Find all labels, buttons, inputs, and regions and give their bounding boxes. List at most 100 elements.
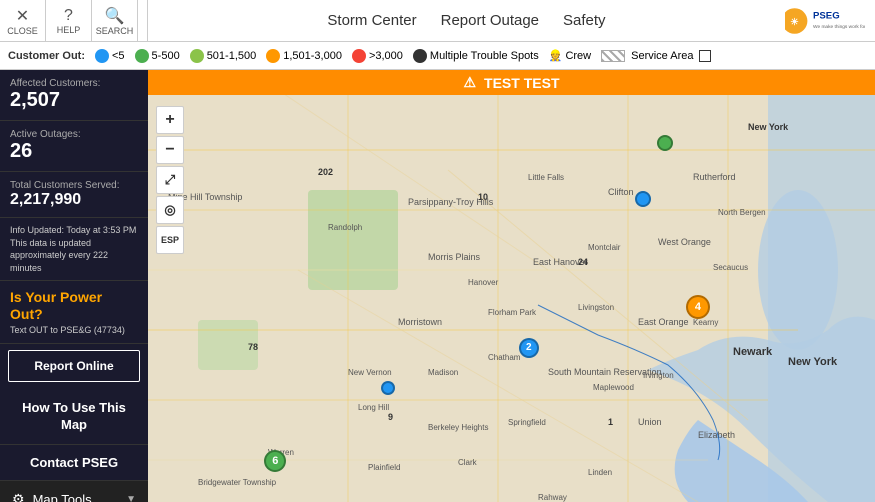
- svg-text:PSEG: PSEG: [813, 10, 840, 21]
- svg-text:Madison: Madison: [428, 368, 458, 377]
- legend-dot-15013000: [266, 49, 280, 63]
- zoom-out-button[interactable]: −: [156, 136, 184, 164]
- legend-crew: 👷 Crew: [549, 49, 591, 62]
- svg-text:Parsippany-Troy Hills: Parsippany-Troy Hills: [408, 197, 494, 207]
- power-out-section: Is Your Power Out? Text OUT to PSE&G (47…: [0, 281, 148, 344]
- nav-report-outage[interactable]: Report Outage: [441, 12, 539, 29]
- svg-text:Clark: Clark: [458, 458, 478, 467]
- total-customers-value: 2,217,990: [10, 191, 138, 209]
- map-controls: + − ⤢ ◎ ESP: [156, 106, 184, 254]
- marker-small-2[interactable]: [657, 135, 673, 151]
- legend-dot-5500: [135, 49, 149, 63]
- svg-text:Irvington: Irvington: [643, 371, 674, 380]
- marker-4[interactable]: 4: [686, 295, 710, 319]
- nav-safety[interactable]: Safety: [563, 12, 606, 29]
- svg-text:☀: ☀: [790, 17, 799, 28]
- svg-text:North Bergen: North Bergen: [718, 208, 766, 217]
- affected-customers-label: Affected Customers:: [10, 78, 138, 89]
- header-nav: Storm Center Report Outage Safety: [148, 12, 785, 29]
- svg-text:East Orange: East Orange: [638, 317, 689, 327]
- service-area-pattern: [601, 50, 625, 62]
- menu-map-tools[interactable]: ⚙ Map Tools ▼: [0, 481, 148, 502]
- test-banner: ⚠ TEST TEST: [148, 70, 875, 95]
- pseg-logo-svg: ☀ PSEG We make things work for you.: [785, 5, 865, 37]
- svg-text:1: 1: [608, 417, 613, 427]
- svg-text:Bridgewater Township: Bridgewater Township: [198, 478, 277, 487]
- legend-dot-5011500: [190, 49, 204, 63]
- svg-text:Randolph: Randolph: [328, 223, 362, 232]
- locate-button[interactable]: ◎: [156, 196, 184, 224]
- legend-dot-gt3000: [352, 49, 366, 63]
- total-customers-section: Total Customers Served: 2,217,990: [0, 172, 148, 218]
- search-button[interactable]: 🔍 SEARCH: [92, 0, 138, 41]
- svg-text:Plainfield: Plainfield: [368, 463, 400, 472]
- svg-text:Union: Union: [638, 417, 662, 427]
- svg-text:Montclair: Montclair: [588, 243, 621, 252]
- chevron-down-icon: ▼: [126, 494, 136, 502]
- legend-5500: 5-500: [135, 49, 180, 63]
- header: ✕ CLOSE ? HELP 🔍 SEARCH Storm Center Rep…: [0, 0, 875, 42]
- legend-multiple: Multiple Trouble Spots: [413, 49, 539, 63]
- svg-text:New York: New York: [788, 356, 838, 368]
- affected-customers-section: Affected Customers: 2,507: [0, 70, 148, 121]
- main-content: Affected Customers: 2,507 Active Outages…: [0, 70, 875, 502]
- svg-text:Morris Plains: Morris Plains: [428, 252, 481, 262]
- warning-icon: ⚠: [463, 74, 476, 91]
- legend-dot-multiple: [413, 49, 427, 63]
- svg-text:9: 9: [388, 412, 393, 422]
- sidebar: Affected Customers: 2,507 Active Outages…: [0, 70, 148, 502]
- legend-15013000: 1,501-3,000: [266, 49, 342, 63]
- help-button[interactable]: ? HELP: [46, 0, 92, 41]
- legend-5011500: 501-1,500: [190, 49, 257, 63]
- legend-dot-lt5: [95, 49, 109, 63]
- svg-text:Long Hill: Long Hill: [358, 403, 389, 412]
- legend-gt3000: >3,000: [352, 49, 403, 63]
- svg-text:We make things work for you.: We make things work for you.: [813, 24, 865, 30]
- report-online-button[interactable]: Report Online: [8, 350, 140, 382]
- map-background: 202 10 24 78 9 1 Mine Hill Township Rand…: [148, 70, 875, 502]
- info-update: Info Updated: Today at 3:53 PM This data…: [0, 218, 148, 281]
- legend-bar: Customer Out: <5 5-500 501-1,500 1,501-3…: [0, 42, 875, 70]
- legend-service-area: Service Area: [601, 50, 710, 62]
- power-out-sub: Text OUT to PSE&G (47734): [10, 325, 138, 335]
- active-outages-section: Active Outages: 26: [0, 121, 148, 172]
- marker-small-3[interactable]: [381, 381, 395, 395]
- svg-text:Berkeley Heights: Berkeley Heights: [428, 423, 488, 432]
- header-logo: ☀ PSEG We make things work for you.: [785, 5, 875, 37]
- active-outages-label: Active Outages:: [10, 129, 138, 140]
- affected-customers-value: 2,507: [10, 89, 138, 112]
- svg-text:Florham Park: Florham Park: [488, 308, 537, 317]
- svg-text:New York: New York: [748, 122, 789, 132]
- svg-text:202: 202: [318, 167, 333, 177]
- zoom-in-button[interactable]: +: [156, 106, 184, 134]
- svg-text:Kearny: Kearny: [693, 318, 718, 327]
- power-out-title: Is Your Power Out?: [10, 289, 138, 323]
- marker-small-1[interactable]: [635, 191, 651, 207]
- svg-text:Hanover: Hanover: [468, 278, 499, 287]
- svg-text:Rutherford: Rutherford: [693, 172, 736, 182]
- customer-out-label: Customer Out:: [8, 50, 85, 62]
- svg-text:Clifton: Clifton: [608, 187, 634, 197]
- service-area-checkbox[interactable]: [699, 50, 711, 62]
- svg-text:Little Falls: Little Falls: [528, 173, 564, 182]
- map-area[interactable]: 202 10 24 78 9 1 Mine Hill Township Rand…: [148, 70, 875, 502]
- svg-text:Secaucus: Secaucus: [713, 263, 748, 272]
- close-button[interactable]: ✕ CLOSE: [0, 0, 46, 41]
- nav-storm-center[interactable]: Storm Center: [327, 12, 416, 29]
- map-svg: 202 10 24 78 9 1 Mine Hill Township Rand…: [148, 70, 875, 502]
- marker-2[interactable]: 2: [519, 338, 539, 358]
- legend-lt5: <5: [95, 49, 125, 63]
- contact-pseg-link[interactable]: Contact PSEG: [0, 445, 148, 481]
- svg-text:78: 78: [248, 342, 258, 352]
- esp-button[interactable]: ESP: [156, 226, 184, 254]
- svg-text:Morristown: Morristown: [398, 317, 442, 327]
- svg-text:West Orange: West Orange: [658, 237, 711, 247]
- header-left: ✕ CLOSE ? HELP 🔍 SEARCH: [0, 0, 148, 41]
- svg-text:Newark: Newark: [733, 346, 773, 358]
- svg-text:Maplewood: Maplewood: [593, 383, 634, 392]
- svg-text:Chatham: Chatham: [488, 353, 521, 362]
- svg-text:Rahway: Rahway: [538, 493, 567, 502]
- how-to-use-link[interactable]: How To Use This Map: [0, 390, 148, 445]
- fit-bounds-button[interactable]: ⤢: [156, 166, 184, 194]
- active-outages-value: 26: [10, 140, 138, 163]
